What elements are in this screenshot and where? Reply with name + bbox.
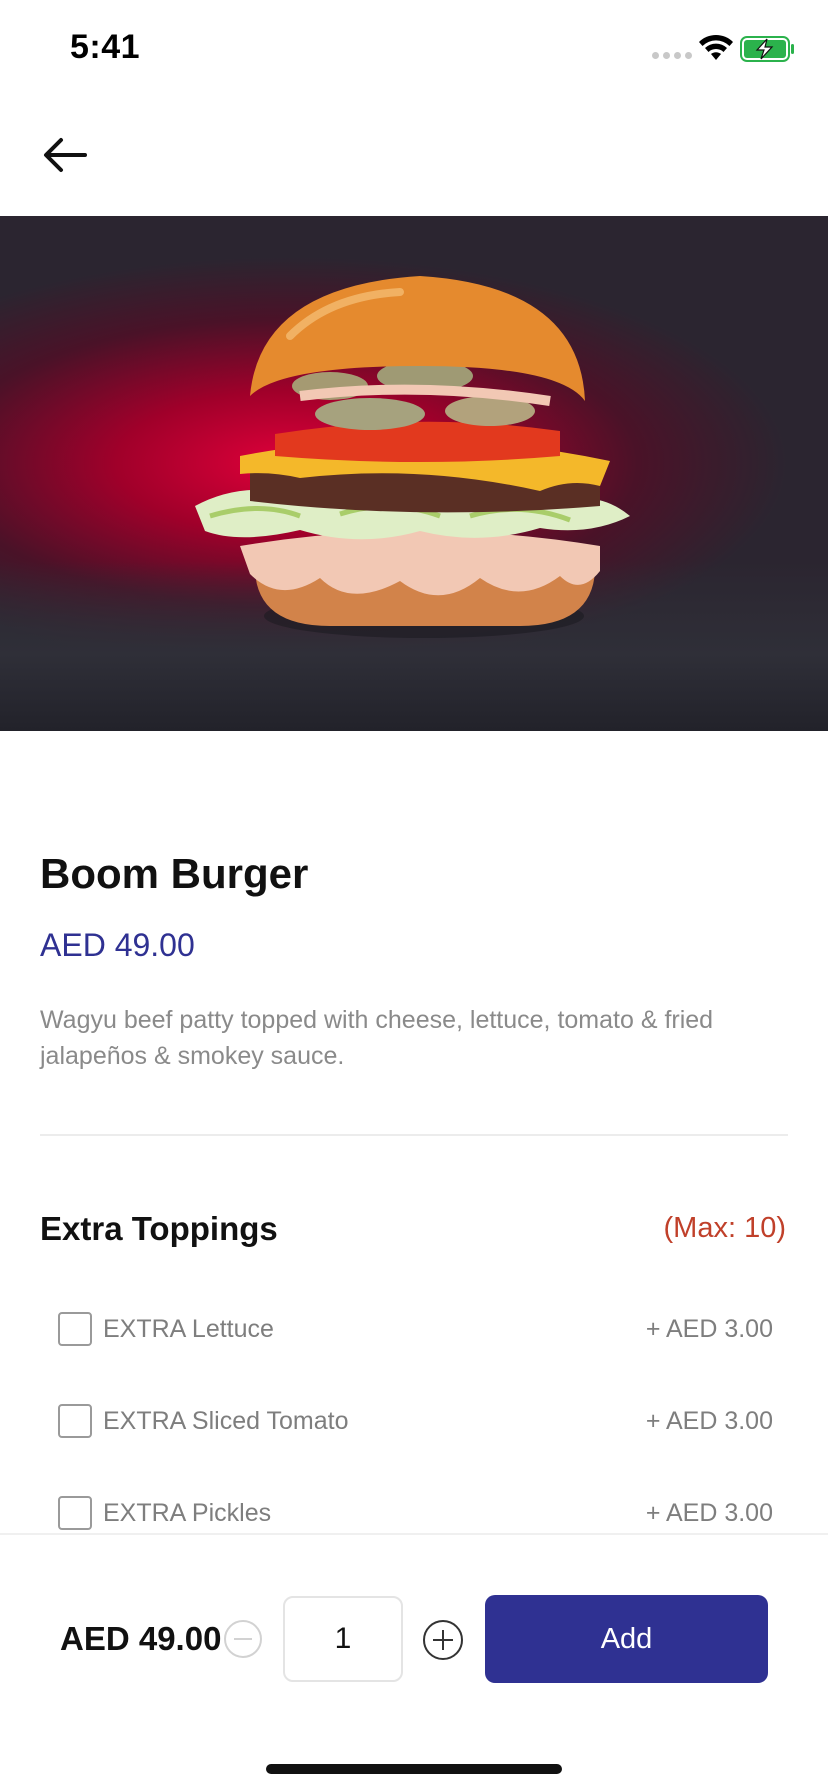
topping-price: + AED 3.00 [645, 1314, 773, 1343]
product-description: Wagyu beef patty topped with cheese, let… [40, 1006, 714, 1070]
status-time: 5:41 [70, 28, 141, 66]
topping-option-sliced-tomato[interactable]: EXTRA Sliced Tomato + AED 3.00 [58, 1401, 773, 1441]
topping-option-lettuce[interactable]: EXTRA Lettuce + AED 3.00 [58, 1309, 773, 1349]
extras-title: Extra Toppings [40, 1210, 278, 1247]
total-price: AED 49.00 [60, 1620, 222, 1657]
arrow-left-icon [44, 138, 87, 172]
burger-illustration [195, 276, 630, 638]
product-image [0, 216, 828, 731]
increase-quantity-button[interactable] [423, 1620, 463, 1660]
product-price: AED 49.00 [40, 927, 195, 963]
back-button[interactable] [38, 128, 92, 182]
topping-label: EXTRA Sliced Tomato [103, 1406, 349, 1435]
extras-max-badge: (Max: 10) [663, 1212, 786, 1244]
topping-price: + AED 3.00 [645, 1406, 773, 1435]
wifi-icon [699, 34, 733, 60]
topping-label: EXTRA Pickles [103, 1498, 272, 1527]
topping-option-pickles[interactable]: EXTRA Pickles + AED 3.00 [58, 1493, 773, 1533]
checkbox[interactable] [58, 1496, 92, 1530]
decrease-quantity-button[interactable] [224, 1620, 262, 1658]
minus-icon [234, 1638, 252, 1640]
status-bar: 5:41 [0, 0, 828, 100]
quantity-value: 1 [283, 1596, 403, 1682]
divider [40, 1134, 788, 1136]
topping-price: + AED 3.00 [645, 1498, 773, 1527]
topping-label: EXTRA Lettuce [103, 1314, 274, 1343]
checkbox[interactable] [58, 1404, 92, 1438]
add-to-cart-button[interactable]: Add [485, 1595, 768, 1683]
home-indicator [266, 1764, 562, 1774]
battery-charging-icon [740, 36, 794, 62]
checkbox[interactable] [58, 1312, 92, 1346]
product-name: Boom Burger [40, 850, 309, 897]
cellular-signal-icon [652, 52, 692, 59]
